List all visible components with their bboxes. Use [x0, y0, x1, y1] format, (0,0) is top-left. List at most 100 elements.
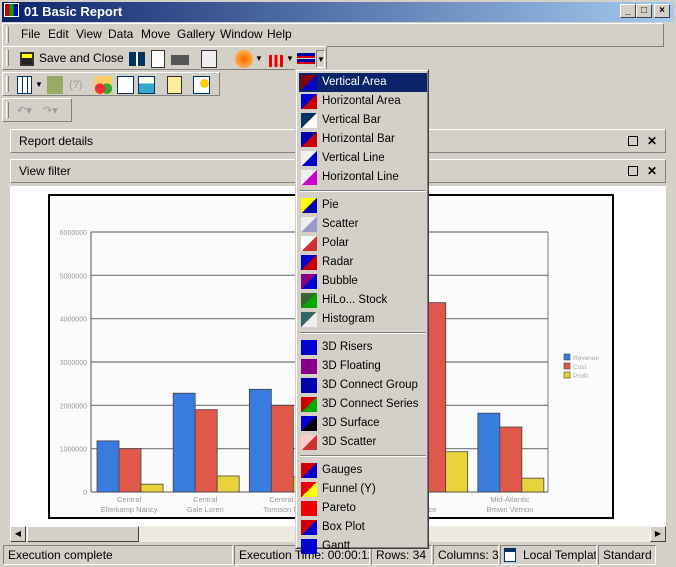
- palette-dropdown-icon[interactable]: ▼: [255, 50, 263, 68]
- menu-item-polar[interactable]: Polar: [299, 234, 427, 253]
- 3d-scatter-icon: [301, 435, 317, 450]
- template-icon: [504, 548, 516, 562]
- menu-item-vertical-area[interactable]: Vertical Area: [299, 73, 427, 92]
- box-plot-icon: [301, 520, 317, 535]
- menu-item-label: HiLo... Stock: [322, 294, 388, 306]
- menu-item-3d-scatter[interactable]: 3D Scatter: [299, 433, 427, 452]
- toolbar-secondary: ▼ (?): [2, 72, 220, 96]
- menu-item-3d-surface[interactable]: 3D Surface: [299, 414, 427, 433]
- menu-item-hilo-stock[interactable]: HiLo... Stock: [299, 291, 427, 310]
- menu-item-3d-connect-series[interactable]: 3D Connect Series: [299, 395, 427, 414]
- menu-item-horizontal-bar[interactable]: Horizontal Bar: [299, 130, 427, 149]
- menu-item-histogram[interactable]: Histogram: [299, 310, 427, 329]
- menu-item-radar[interactable]: Radar: [299, 253, 427, 272]
- x-tick-label: Gale Loren: [187, 505, 224, 514]
- menu-window[interactable]: Window: [220, 27, 263, 41]
- palette-icon[interactable]: [235, 50, 253, 68]
- menu-item-3d-connect-group[interactable]: 3D Connect Group: [299, 376, 427, 395]
- vertical-area-icon: [301, 75, 317, 90]
- grid-dropdown-icon[interactable]: ▼: [35, 76, 43, 94]
- bar-chart-icon[interactable]: [269, 55, 283, 67]
- close-button[interactable]: ×: [654, 4, 670, 18]
- menu-item-box-plot[interactable]: Box Plot: [299, 518, 427, 537]
- menu-item-pie[interactable]: Pie: [299, 196, 427, 215]
- menu-item-horizontal-line[interactable]: Horizontal Line: [299, 168, 427, 187]
- menu-help[interactable]: Help: [267, 27, 292, 41]
- print-preview-icon[interactable]: [151, 50, 165, 68]
- pie-icon: [301, 198, 317, 213]
- book-icon[interactable]: [129, 52, 145, 66]
- menu-file[interactable]: File: [21, 27, 40, 41]
- status-mode: Standard: [598, 545, 656, 565]
- y-tick-label: 2000000: [60, 403, 87, 410]
- scroll-thumb[interactable]: [27, 526, 139, 542]
- view-filter-label: View filter: [19, 164, 71, 178]
- grid-icon[interactable]: [17, 76, 32, 94]
- graph-type-icon[interactable]: [297, 53, 315, 65]
- menu-item-label: Horizontal Line: [322, 171, 399, 183]
- menu-data[interactable]: Data: [108, 27, 133, 41]
- menu-edit[interactable]: Edit: [48, 27, 69, 41]
- menu-item-label: Gauges: [322, 464, 363, 476]
- menu-item-vertical-line[interactable]: Vertical Line: [299, 149, 427, 168]
- menu-item-label: Horizontal Bar: [322, 133, 395, 145]
- menu-item-horizontal-area[interactable]: Horizontal Area: [299, 92, 427, 111]
- outline-icon[interactable]: [95, 76, 112, 94]
- drill-icon[interactable]: [47, 76, 63, 94]
- bar-chart-dropdown-icon[interactable]: ▼: [286, 50, 294, 68]
- formula-icon[interactable]: (?): [69, 76, 87, 94]
- save-icon: [20, 52, 34, 66]
- 3d-connect-group-icon: [301, 378, 317, 393]
- menu-item-3d-floating[interactable]: 3D Floating: [299, 357, 427, 376]
- menu-item-scatter[interactable]: Scatter: [299, 215, 427, 234]
- print-icon[interactable]: [171, 55, 189, 65]
- maximize-panel-icon[interactable]: [628, 136, 638, 146]
- menu-item-vertical-bar[interactable]: Vertical Bar: [299, 111, 427, 130]
- maximize-button[interactable]: □: [636, 4, 652, 18]
- y-tick-label: 6000000: [60, 230, 87, 237]
- close-panel-icon[interactable]: ✕: [647, 165, 657, 177]
- toolbar-main: Save and Close ▼ ▼ ▼: [2, 46, 327, 70]
- maximize-panel-icon[interactable]: [628, 166, 638, 176]
- graph-type-dropdown-icon[interactable]: ▼: [316, 50, 325, 68]
- menu-item-label: Histogram: [322, 313, 375, 325]
- menu-item-label: Vertical Bar: [322, 114, 381, 126]
- status-template[interactable]: Local Template: [500, 545, 597, 565]
- minimize-button[interactable]: _: [620, 4, 636, 18]
- menu-item-label: Vertical Line: [322, 152, 385, 164]
- redo-button[interactable]: ↷▾: [43, 102, 67, 120]
- menu-item-label: 3D Connect Series: [322, 398, 419, 410]
- horizontal-line-icon: [301, 170, 317, 185]
- menu-item-bubble[interactable]: Bubble: [299, 272, 427, 291]
- menu-item-3d-risers[interactable]: 3D Risers: [299, 338, 427, 357]
- menu-item-label: Scatter: [322, 218, 359, 230]
- menu-view[interactable]: View: [76, 27, 102, 41]
- menu-gallery[interactable]: Gallery: [177, 27, 215, 41]
- status-columns: Columns: 3: [433, 545, 499, 565]
- schedule-icon[interactable]: [193, 76, 210, 94]
- scroll-left-icon[interactable]: ◀: [10, 526, 26, 542]
- menu-item-label: 3D Surface: [322, 417, 380, 429]
- menu-item-funnel-y[interactable]: Funnel (Y): [299, 480, 427, 499]
- close-panel-icon[interactable]: ✕: [647, 135, 657, 147]
- hilo-stock-icon: [301, 293, 317, 308]
- properties-icon[interactable]: [201, 50, 217, 68]
- menu-separator: [300, 455, 426, 457]
- menu-item-gantt[interactable]: Gantt: [299, 537, 427, 556]
- filter-icon[interactable]: [138, 76, 155, 94]
- legend-swatch: [563, 371, 571, 379]
- menu-item-gauges[interactable]: Gauges: [299, 461, 427, 480]
- undo-button[interactable]: ↶▾: [17, 102, 41, 120]
- menu-item-label: 3D Scatter: [322, 436, 377, 448]
- menu-item-pareto[interactable]: Pareto: [299, 499, 427, 518]
- save-and-close-button[interactable]: Save and Close: [17, 50, 135, 68]
- menu-item-label: Polar: [322, 237, 349, 249]
- report-icon[interactable]: [117, 76, 134, 94]
- scroll-right-icon[interactable]: ▶: [650, 526, 666, 542]
- page-icon[interactable]: [167, 76, 182, 94]
- bar-revenue: [248, 388, 272, 493]
- menu-separator: [300, 332, 426, 334]
- toolbar-undo: ↶▾ ↷▾: [2, 98, 72, 122]
- menu-move[interactable]: Move: [141, 27, 170, 41]
- x-tick-label: Mid-Atlantic: [490, 495, 529, 504]
